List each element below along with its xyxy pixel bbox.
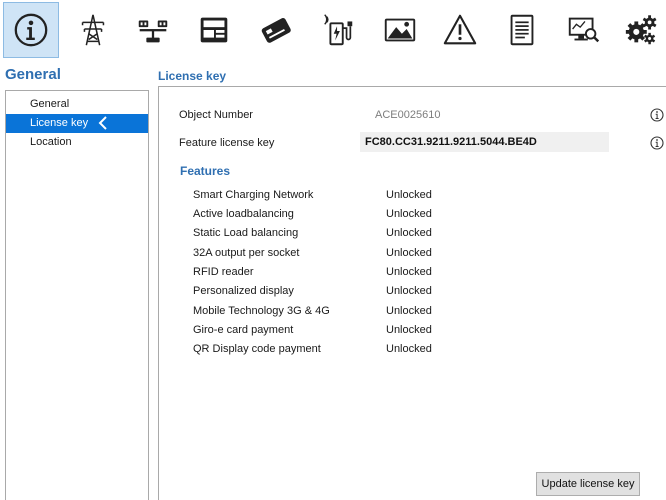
object-number-label: Object Number xyxy=(179,109,253,121)
sidebar-item-general[interactable]: General xyxy=(6,95,148,114)
toolbar-grid-button[interactable] xyxy=(65,2,121,58)
sidebar-item-label: License key xyxy=(30,117,89,129)
toolbar-info-button[interactable] xyxy=(3,2,59,58)
features-heading: Features xyxy=(180,164,231,178)
diagnostics-monitor-icon xyxy=(568,17,600,43)
sidebar-nav: General License key Location xyxy=(5,90,149,500)
sidebar-item-location[interactable]: Location xyxy=(6,133,148,152)
toolbar-display-button[interactable] xyxy=(372,2,428,58)
warning-icon xyxy=(443,14,477,45)
feature-license-key-value[interactable]: FC80.CC31.9211.9211.5044.BE4D xyxy=(360,132,609,152)
feature-name: Mobile Technology 3G & 4G xyxy=(193,305,330,317)
sidebar-item-label: General xyxy=(30,98,70,110)
feature-name: Active loadbalancing xyxy=(193,208,294,220)
toolbar-payment-button[interactable] xyxy=(186,2,242,58)
panel-title: License key xyxy=(158,69,227,83)
object-number-info-icon[interactable] xyxy=(650,108,664,122)
feature-license-key-label: Feature license key xyxy=(179,137,275,149)
feature-name: Giro-e card payment xyxy=(193,324,294,336)
update-license-key-button[interactable]: Update license key xyxy=(536,472,640,496)
rfid-card-icon xyxy=(261,18,291,43)
load-balance-icon xyxy=(138,20,168,43)
feature-status: Unlocked xyxy=(386,343,432,355)
feature-status: Unlocked xyxy=(386,305,432,317)
settings-gears-icon xyxy=(625,15,657,45)
feature-key-info-icon[interactable] xyxy=(650,136,664,150)
feature-status: Unlocked xyxy=(386,285,432,297)
object-number-value: ACE0025610 xyxy=(375,109,441,121)
feature-status: Unlocked xyxy=(386,227,432,239)
feature-status: Unlocked xyxy=(386,189,432,201)
toolbar-charger-button[interactable] xyxy=(310,2,366,58)
toolbar-log-button[interactable] xyxy=(494,2,550,58)
sidebar-item-license-key[interactable]: License key xyxy=(6,114,148,133)
feature-name: QR Display code payment xyxy=(193,343,321,355)
feature-name: Smart Charging Network xyxy=(193,189,314,201)
sidebar-item-label: Location xyxy=(30,136,72,148)
toolbar-settings-button[interactable] xyxy=(614,2,666,58)
toolbar-diagnostics-button[interactable] xyxy=(556,2,612,58)
charging-station-icon xyxy=(324,14,353,46)
feature-status: Unlocked xyxy=(386,266,432,278)
feature-name: Static Load balancing xyxy=(193,227,299,239)
feature-name: 32A output per socket xyxy=(193,247,300,259)
power-tower-icon xyxy=(81,14,105,46)
feature-name: RFID reader xyxy=(193,266,254,278)
feature-status: Unlocked xyxy=(386,208,432,220)
section-title: General xyxy=(5,66,61,83)
info-circle-icon xyxy=(14,13,48,47)
toolbar-rfid-button[interactable] xyxy=(248,2,304,58)
toolbar-warnings-button[interactable] xyxy=(432,2,488,58)
toolbar-loadbalancing-button[interactable] xyxy=(125,2,181,58)
card-payment-icon xyxy=(200,17,228,43)
display-image-icon xyxy=(384,18,416,42)
document-icon xyxy=(510,14,534,46)
feature-name: Personalized display xyxy=(193,285,294,297)
main-toolbar xyxy=(0,0,666,62)
feature-status: Unlocked xyxy=(386,324,432,336)
feature-status: Unlocked xyxy=(386,247,432,259)
chevron-left-icon xyxy=(98,116,107,130)
